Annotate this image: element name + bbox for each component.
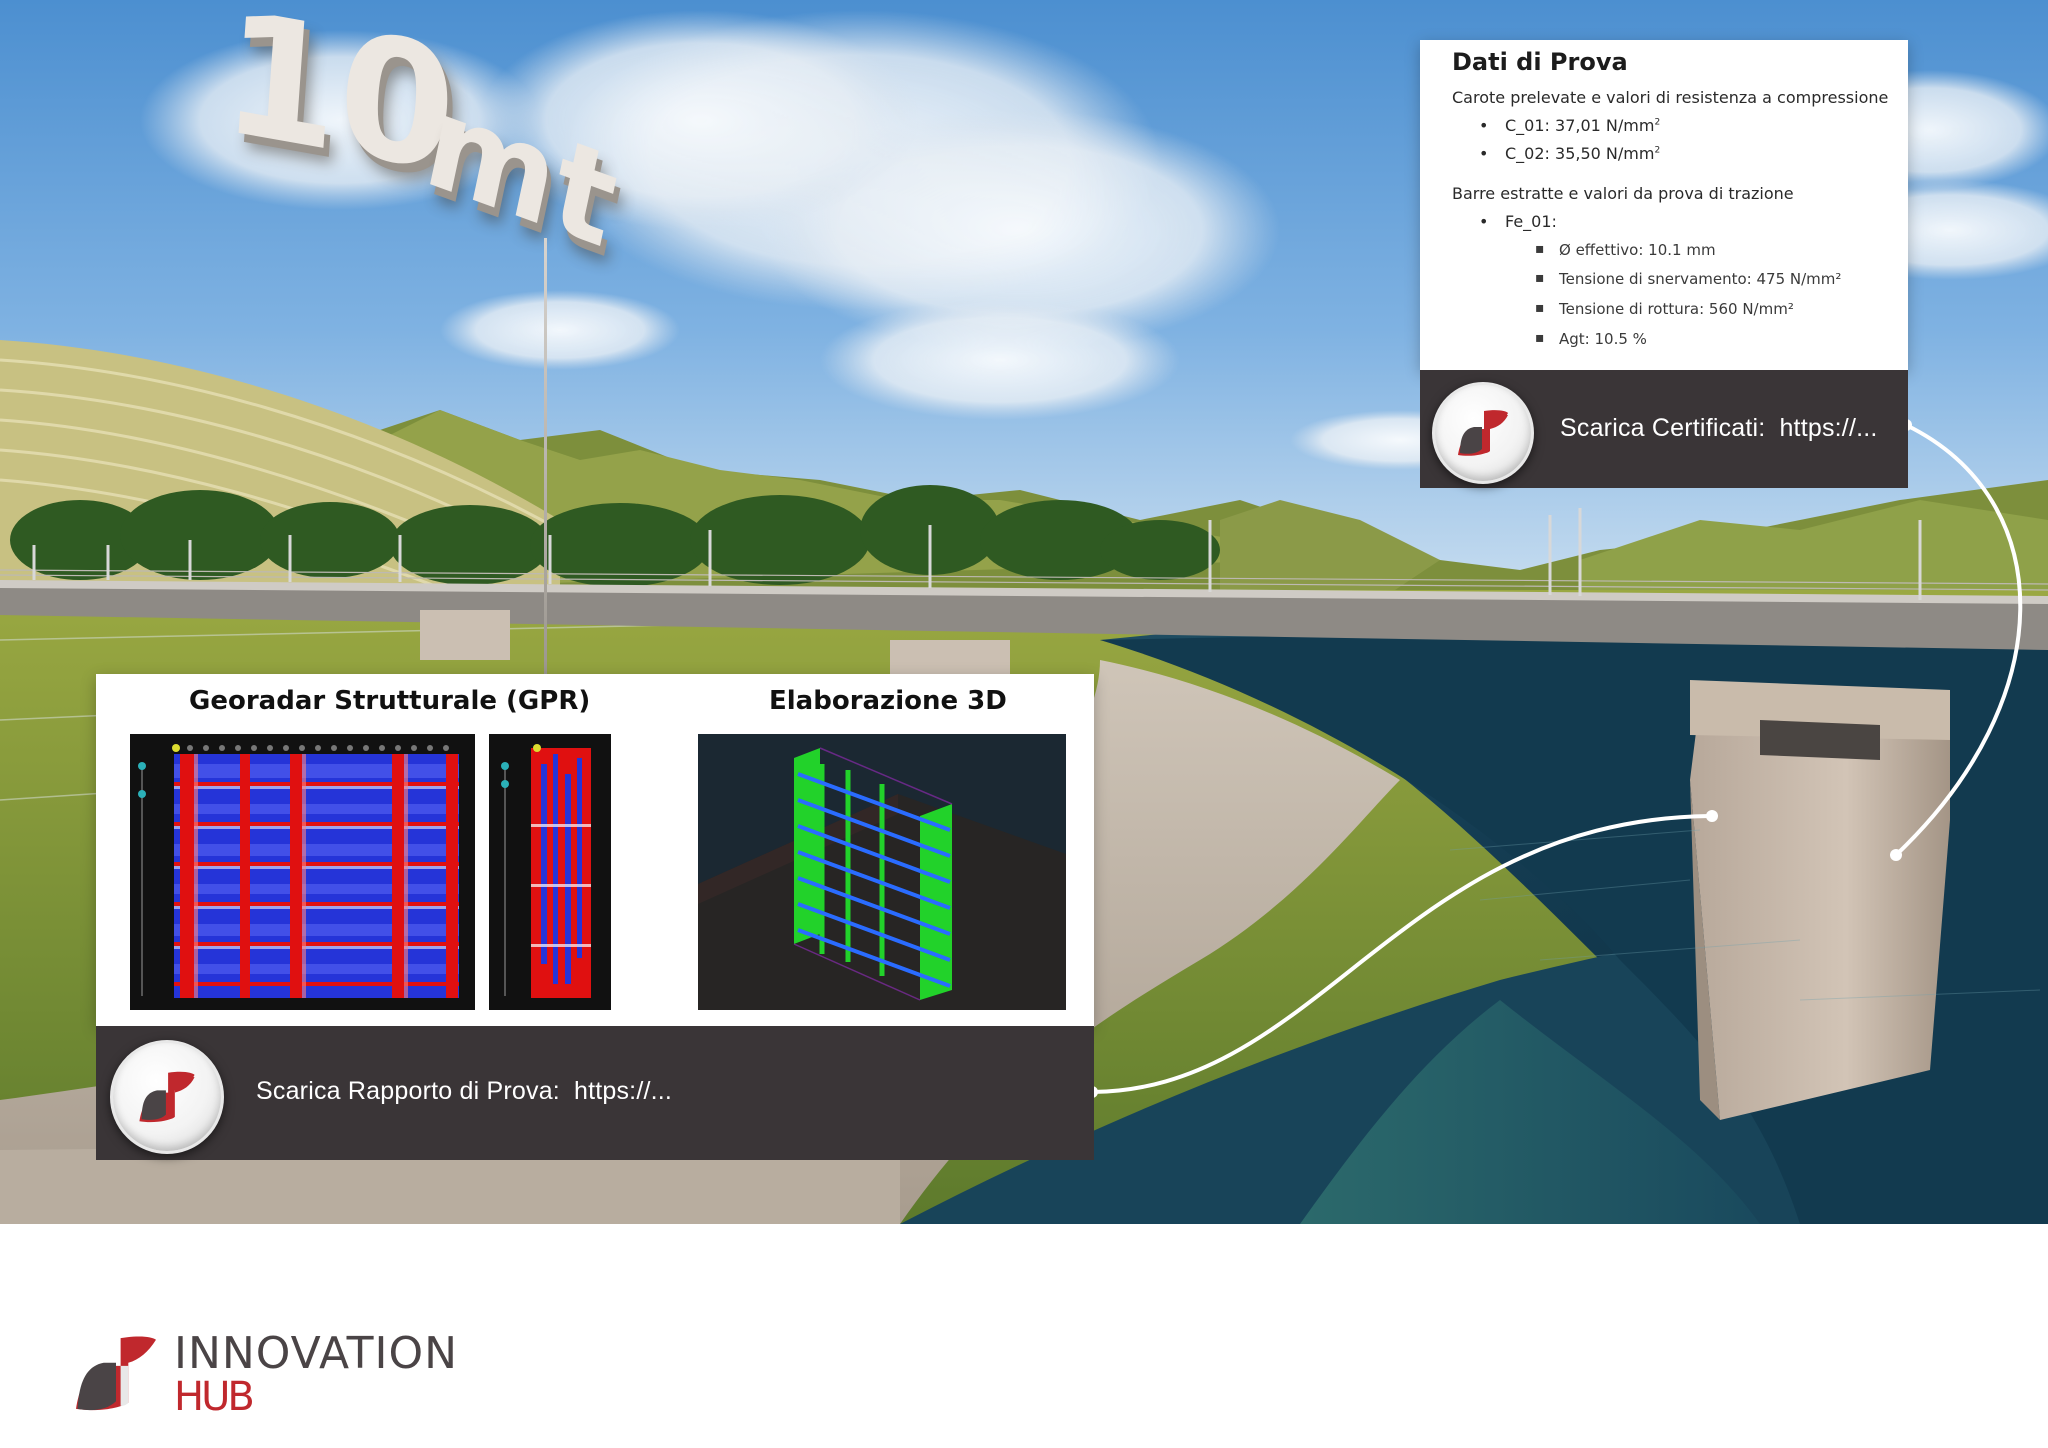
company-logo-icon	[110, 1040, 224, 1154]
barra-value: Tensione di rottura: 560 N/mm²	[1535, 300, 1794, 318]
dati-prova-title: Dati di Prova	[1452, 48, 1628, 76]
certificati-link[interactable]: Scarica Certificati: https://...	[1560, 414, 1892, 443]
rapporto-link[interactable]: Scarica Rapporto di Prova: https://...	[256, 1077, 686, 1106]
carota-value: C_02: 35,50 N/mm	[1505, 144, 1655, 163]
carota-exponent: 2	[1654, 117, 1661, 128]
certificati-link-url[interactable]: https://...	[1779, 414, 1877, 442]
rapporto-connector-dot-end	[1706, 810, 1718, 822]
barra-value: Tensione di snervamento: 475 N/mm²	[1535, 270, 1841, 288]
barra-value: Agt: 10.5 %	[1535, 330, 1647, 348]
certificati-link-label: Scarica Certificati:	[1560, 414, 1766, 442]
model-3d-title: Elaborazione 3D	[769, 686, 1007, 716]
barre-heading: Barre estratte e valori da prova di traz…	[1452, 184, 1794, 203]
innovation-hub-logo-icon	[70, 1332, 162, 1417]
gpr-title: Georadar Strutturale (GPR)	[189, 686, 591, 716]
certificati-connector-dot-end	[1890, 849, 1902, 861]
brand-name-line1: INNOVATION	[174, 1328, 459, 1379]
carota-item: C_02: 35,50 N/mm2	[1479, 144, 1661, 163]
rapporto-connector	[1091, 814, 1711, 1094]
gpr-scan-main	[130, 734, 475, 1010]
rebar-3d-model	[698, 734, 1066, 1010]
barra-value: Ø effettivo: 10.1 mm	[1535, 241, 1715, 259]
gpr-scan-section	[489, 734, 611, 1010]
barra-item: Fe_01:	[1479, 212, 1557, 231]
brand-name-line2: HUB	[174, 1374, 255, 1420]
certificati-connector	[1894, 423, 2023, 857]
carota-item: C_01: 37,01 N/mm2	[1479, 116, 1661, 135]
carota-exponent: 2	[1654, 145, 1661, 156]
rapporto-link-url[interactable]: https://...	[574, 1077, 672, 1105]
rapporto-link-label: Scarica Rapporto di Prova:	[256, 1077, 560, 1105]
carota-value: C_01: 37,01 N/mm	[1505, 116, 1655, 135]
company-logo-icon	[1432, 382, 1534, 484]
carote-heading: Carote prelevate e valori di resistenza …	[1452, 88, 1889, 107]
